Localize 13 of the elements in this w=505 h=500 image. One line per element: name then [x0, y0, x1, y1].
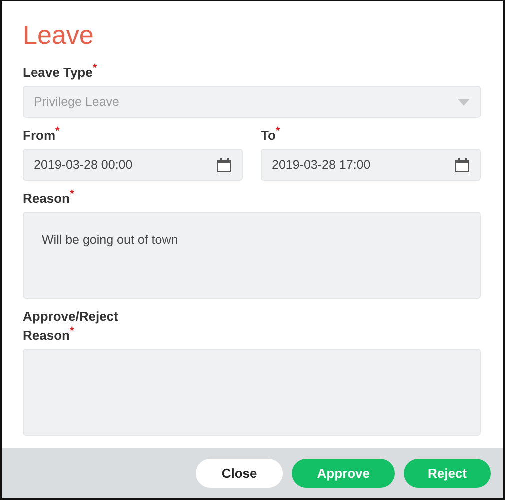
- calendar-icon[interactable]: [217, 158, 232, 172]
- reason-text-area[interactable]: Will be going out of town: [23, 212, 481, 299]
- dialog-title: Leave: [23, 19, 95, 51]
- date-time-field[interactable]: 2019-03-28 00:00: [23, 149, 243, 181]
- close-button[interactable]: Close: [196, 458, 284, 488]
- caret-icon: [458, 98, 470, 106]
- date-time-field[interactable]: 2019-03-28 17:00: [261, 149, 481, 181]
- field-label: Leave Type$^{*}$: [23, 63, 98, 82]
- field-label: To$^{*}$: [261, 126, 282, 145]
- calendar-icon[interactable]: [455, 158, 470, 172]
- field-label: Reason$^{*}$: [23, 189, 76, 208]
- field-label: From$^{*}$: [23, 126, 61, 145]
- field-label: Approve/Reject Reason$^{*}$: [23, 308, 120, 345]
